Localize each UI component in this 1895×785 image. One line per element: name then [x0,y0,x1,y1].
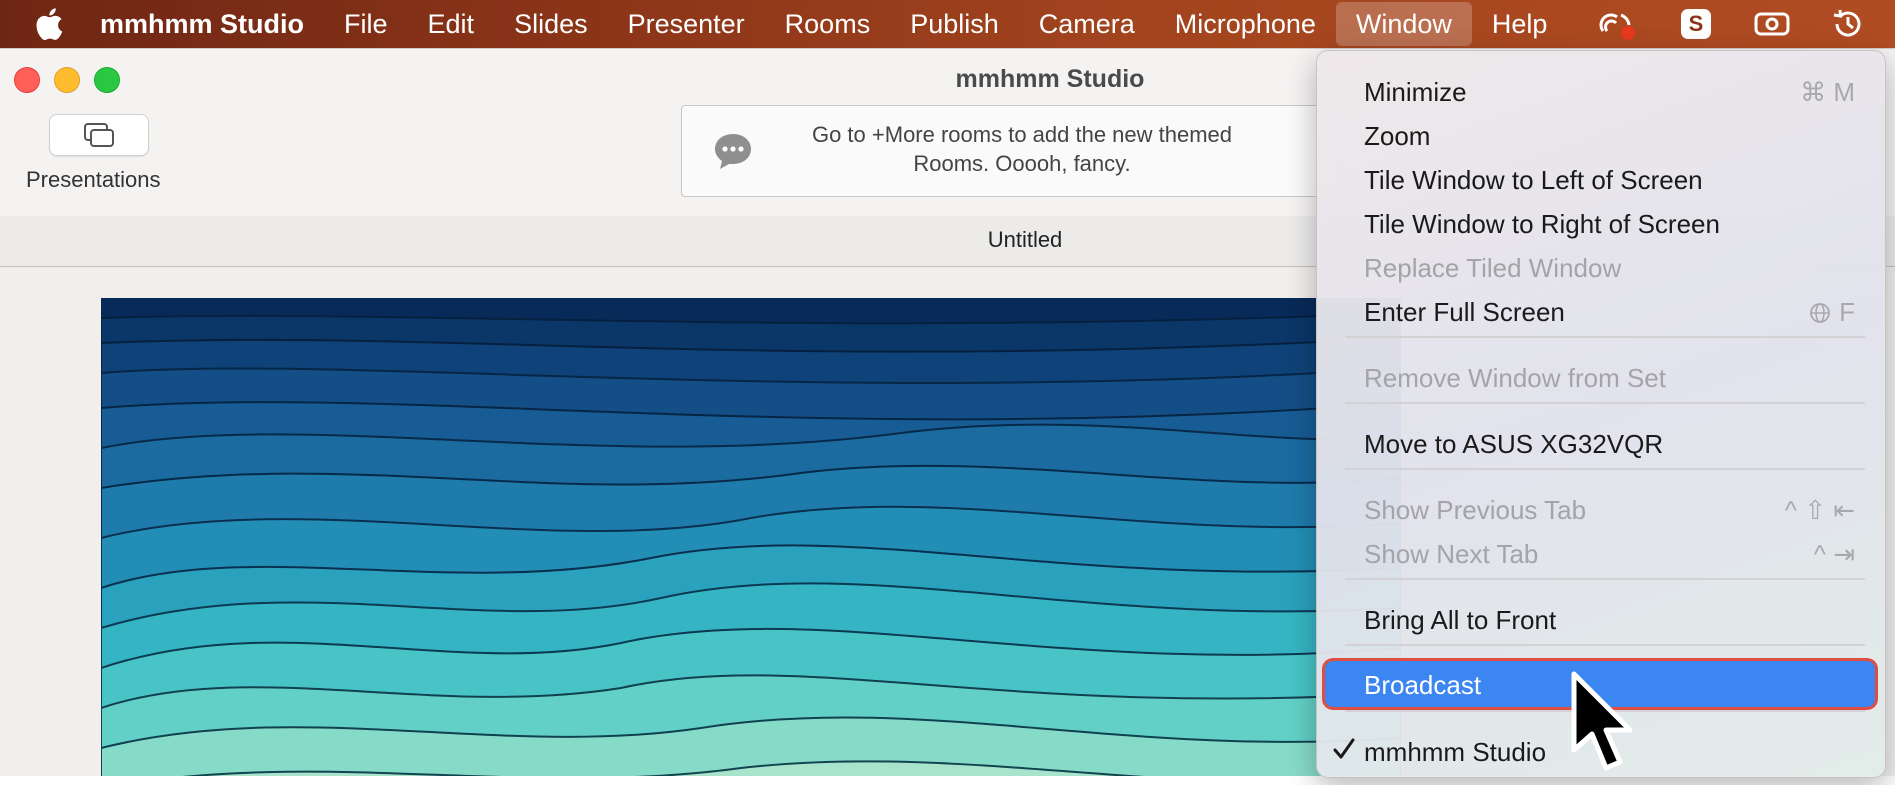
menu-separator [1345,402,1865,404]
menu-separator [1345,644,1865,646]
menu-edit[interactable]: Edit [408,2,495,46]
apple-logo-icon[interactable] [34,7,64,41]
menu-item-enter-full-screen[interactable]: Enter Full Screen F [1317,291,1885,331]
menu-window[interactable]: Window [1335,2,1472,46]
menu-separator [1345,336,1865,338]
menu-microphone[interactable]: Microphone [1155,2,1336,46]
globe-icon [1810,302,1831,323]
rooms-notice-banner[interactable]: Go to +More rooms to add the new themed … [681,105,1343,197]
menu-camera[interactable]: Camera [1019,2,1155,46]
menu-item-replace-tiled: Replace Tiled Window [1364,253,1622,283]
presentations-icon [84,123,114,147]
menu-item-bring-all-to-front[interactable]: Bring All to Front [1317,599,1885,639]
menu-rooms[interactable]: Rooms [765,2,891,46]
menu-slides[interactable]: Slides [494,2,608,46]
menu-item-minimize[interactable]: Minimize ⌘ M [1317,71,1885,111]
menu-item-remove-from-set: Remove Window from Set [1364,363,1666,393]
wave-background-image [101,298,1401,776]
menu-item-zoom[interactable]: Zoom [1317,115,1885,155]
slide-canvas[interactable] [101,298,1401,776]
menu-item-move-to-display[interactable]: Move to ASUS XG32VQR [1317,423,1885,463]
menu-separator [1345,468,1865,470]
menu-publish[interactable]: Publish [890,2,1019,46]
menu-item-show-previous-tab: Show Previous Tab ^ ⇧ ⇤ [1364,495,1855,525]
camera-box-icon[interactable] [1750,0,1794,48]
menu-file[interactable]: File [324,2,408,46]
menu-bar: mmhmm Studio File Edit Slides Presenter … [0,0,1895,48]
menu-item-tile-right[interactable]: Tile Window to Right of Screen [1317,203,1885,243]
notice-text: Go to +More rooms to add the new themed … [811,122,1233,176]
menu-item-show-next-tab: Show Next Tab ^ ⇥ [1364,539,1855,569]
menu-help[interactable]: Help [1472,2,1568,46]
menu-separator [1345,578,1865,580]
menu-app-name[interactable]: mmhmm Studio [100,2,324,46]
chat-bubble-icon [715,134,751,169]
presentations-label: Presentations [26,167,161,192]
menu-presenter[interactable]: Presenter [608,2,765,46]
menu-item-tile-left[interactable]: Tile Window to Left of Screen [1317,159,1885,199]
window-menu-dropdown: Minimize ⌘ M Zoom Tile Window to Left of… [1316,50,1886,778]
mouse-pointer-icon [1571,671,1633,771]
time-machine-icon[interactable] [1826,0,1870,48]
checkmark-icon [1333,738,1355,759]
presentations-button[interactable] [49,114,149,156]
s-app-icon[interactable]: S [1676,0,1716,48]
cloud-record-icon[interactable] [1594,0,1640,48]
